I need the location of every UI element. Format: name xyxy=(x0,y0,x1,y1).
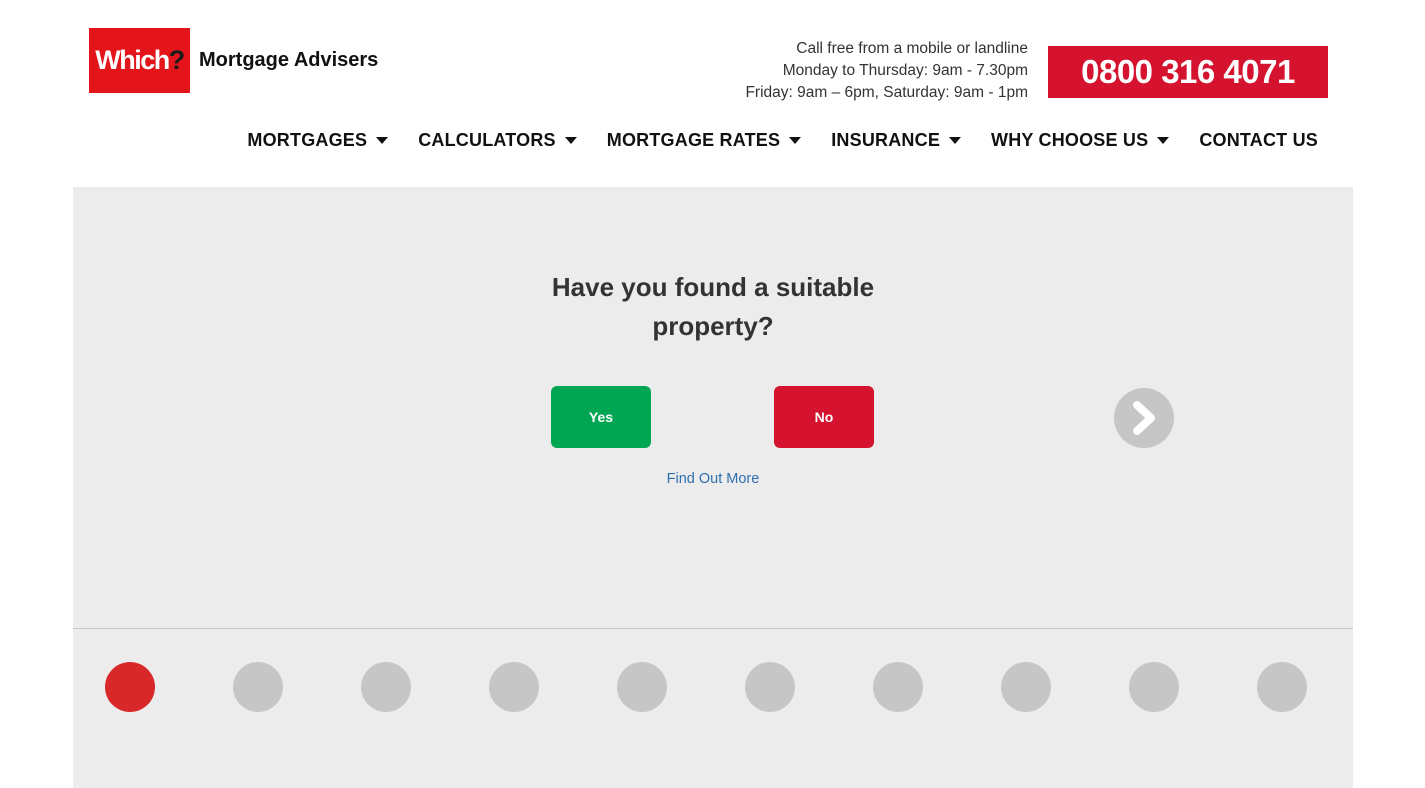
progress-dot[interactable] xyxy=(745,662,795,712)
progress-dot[interactable] xyxy=(1129,662,1179,712)
question-panel: Have you found a suitable property? Yes … xyxy=(73,187,1353,788)
progress-dot[interactable] xyxy=(1001,662,1051,712)
nav-item-contact-us[interactable]: CONTACT US xyxy=(1199,130,1318,151)
nav-item-insurance[interactable]: INSURANCE xyxy=(831,130,962,151)
call-info-line-3: Friday: 9am – 6pm, Saturday: 9am - 1pm xyxy=(745,84,1028,101)
nav-item-label: WHY CHOOSE US xyxy=(991,130,1149,150)
progress-dot[interactable] xyxy=(489,662,539,712)
no-button[interactable]: No xyxy=(774,386,874,448)
progress-dot-active[interactable] xyxy=(105,662,155,712)
progress-dot[interactable] xyxy=(361,662,411,712)
find-out-more-link: Find Out More xyxy=(73,471,1353,487)
caret-down-icon xyxy=(376,137,389,144)
call-info-line-1: Call free from a mobile or landline xyxy=(796,40,1028,57)
caret-down-icon xyxy=(564,137,577,144)
main-nav: MORTGAGES CALCULATORS MORTGAGE RATES INS… xyxy=(217,130,1318,151)
progress-dot[interactable] xyxy=(873,662,923,712)
progress-dot[interactable] xyxy=(1257,662,1307,712)
find-out-more-link-text[interactable]: Find Out More xyxy=(667,471,760,487)
logo-text: Mortgage Advisers xyxy=(199,49,379,71)
caret-down-icon xyxy=(789,137,802,144)
progress-dot[interactable] xyxy=(233,662,283,712)
caret-down-icon xyxy=(949,137,962,144)
nav-item-label: MORTGAGES xyxy=(247,130,368,150)
nav-item-mortgage-rates[interactable]: MORTGAGE RATES xyxy=(606,130,802,151)
which-logo-mark: Which? xyxy=(89,28,190,93)
question-title: Have you found a suitable property? xyxy=(551,272,875,341)
nav-item-label: MORTGAGE RATES xyxy=(606,130,781,150)
call-info: Call free from a mobile or landline Mond… xyxy=(745,38,1028,104)
nav-item-label: INSURANCE xyxy=(831,130,941,150)
caret-down-icon xyxy=(1157,137,1170,144)
nav-item-label: CALCULATORS xyxy=(418,130,556,150)
nav-item-mortgages[interactable]: MORTGAGES xyxy=(247,130,389,151)
nav-item-calculators[interactable]: CALCULATORS xyxy=(418,130,577,151)
nav-item-label: CONTACT US xyxy=(1199,130,1318,150)
call-info-line-2: Monday to Thursday: 9am - 7.30pm xyxy=(782,62,1028,79)
question-wrapper: Have you found a suitable property? xyxy=(73,268,1353,346)
phone-number-button[interactable]: 0800 316 4071 xyxy=(1048,46,1328,98)
chevron-right-icon xyxy=(1133,401,1155,435)
next-step-button[interactable] xyxy=(1114,388,1174,448)
progress-dots xyxy=(105,662,1325,712)
nav-item-why-choose-us[interactable]: WHY CHOOSE US xyxy=(991,130,1170,151)
site-logo[interactable]: Which? Mortgage Advisers xyxy=(89,28,378,93)
progress-dot[interactable] xyxy=(617,662,667,712)
yes-button[interactable]: Yes xyxy=(551,386,651,448)
panel-divider xyxy=(73,628,1353,629)
